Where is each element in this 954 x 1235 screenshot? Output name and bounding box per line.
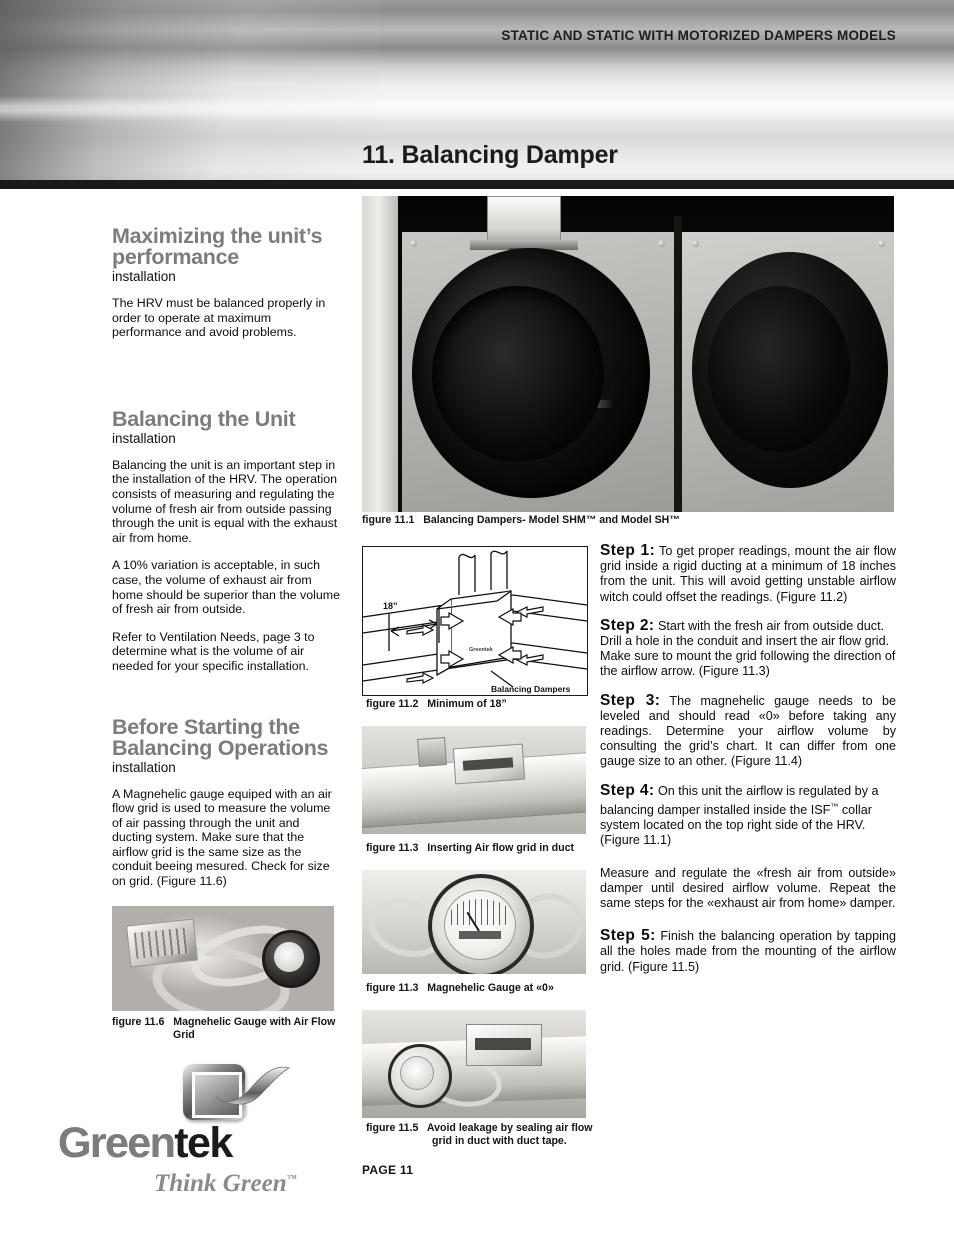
figure-11-6-caption: figure 11.6 Magnehelic Gauge with Air Fl… [112, 1016, 352, 1041]
step-3-label: Step 3: [600, 691, 661, 709]
gauge-brand-label [459, 931, 501, 939]
isf-collar-static [692, 252, 888, 488]
balancing-dampers-label: Balancing Dampers [491, 684, 571, 694]
step-5-label: Step 5: [600, 927, 656, 945]
figure-11-6-image [112, 906, 334, 1011]
step-4: Step 4: On this unit the airflow is regu… [600, 781, 896, 849]
figure-caption-text: Magnehelic Gauge at «0» [427, 982, 554, 994]
page-title: 11. Balancing Damper [362, 141, 618, 169]
duct-layout-drawing: 18” Balancing Dampers Greentek [363, 550, 587, 694]
figure-11-4-image [362, 870, 586, 974]
section-paragraph: Refer to Ventilation Needs, page 3 to de… [112, 629, 315, 673]
step-2-label: Step 2: [600, 616, 655, 634]
figure-11-2-diagram: 18” Balancing Dampers Greentek [362, 546, 588, 696]
section-maximizing: Maximizing the unit’s performance instal… [112, 224, 340, 340]
figure-caption-text: Minimum of 18” [427, 698, 507, 710]
page-number: PAGE 11 [362, 1163, 414, 1177]
step-4-label: Step 4: [600, 781, 655, 799]
tagline-tm: ™ [286, 1173, 297, 1185]
step-5: Step 5: Finish the balancing operation b… [600, 928, 896, 975]
step-1-label: Step 1: [600, 542, 656, 559]
panel-screw [878, 240, 885, 247]
section-subheading: installation [112, 430, 176, 446]
figure-caption-line-2: grid in duct with duct tape. [432, 1134, 567, 1147]
figure-caption-text: Inserting Air flow grid in duct [427, 842, 574, 854]
damper-motor [487, 196, 561, 244]
section-subheading: installation [112, 759, 176, 775]
tagline-text: Think Green [154, 1170, 287, 1197]
figure-caption-line-1: Avoid leakage by sealing air flow [426, 1122, 593, 1134]
section-balancing-unit: Balancing the Unit installation Balancin… [112, 406, 340, 674]
damper-blade [550, 400, 614, 408]
figure-11-1-caption: figure 11.1 Balancing Dampers- Model SHM… [362, 514, 762, 527]
figure-11-5-image [362, 1010, 586, 1118]
airflow-grid-shape [466, 1024, 542, 1066]
greentek-logo: Greentek Think Green™ [58, 1058, 352, 1210]
section-heading: Before Starting the Balancing Operations [112, 714, 329, 760]
title-divider [0, 180, 954, 189]
figure-11-5-caption: figure 11.5 Avoid leakage by sealing air… [366, 1122, 666, 1147]
wordmark-green: Green [58, 1119, 176, 1167]
gauge-face [444, 890, 516, 960]
figure-number: figure 11.3 [366, 842, 419, 854]
wordmark-tek: tek [174, 1119, 233, 1167]
section-paragraph: The HRV must be balanced properly in ord… [112, 296, 326, 340]
figure-caption-line-2: Grid [173, 1028, 195, 1041]
figure-caption-line-1: Magnehelic Gauge with Air Flow [173, 1016, 336, 1028]
panel-screw [692, 240, 699, 247]
step-extra-paragraph: Measure and regulate the «fresh air from… [600, 865, 896, 911]
header-model-line: STATIC AND STATIC WITH MOTORIZED DAMPERS… [501, 28, 896, 43]
panel-screw [410, 240, 417, 247]
panel-seam [674, 216, 682, 512]
figure-caption-text: Balancing Dampers- Model SHM™ and Model … [423, 514, 680, 526]
gauge-tick-marks [451, 899, 509, 925]
magnehelic-gauge-shape [388, 1044, 452, 1108]
magnehelic-gauge-shape [428, 874, 534, 974]
figure-number: figure 11.3 [366, 982, 419, 994]
step-1: Step 1: To get proper readings, mount th… [600, 543, 896, 605]
section-paragraph: A 10% variation is acceptable, in such c… [112, 558, 340, 617]
figure-11-1-image [362, 196, 894, 512]
left-text-column: Maximizing the unit’s performance instal… [112, 224, 340, 902]
figure-number: figure 11.6 [112, 1016, 165, 1028]
section-before-starting: Before Starting the Balancing Operations… [112, 714, 340, 889]
section-heading: Maximizing the unit’s performance [112, 224, 323, 269]
airflow-grid-shape [125, 918, 199, 968]
airflow-grid-shape [452, 743, 526, 785]
wall-edge [362, 196, 398, 512]
figure-number: figure 11.2 [366, 698, 419, 710]
figure-11-3-image [362, 726, 586, 834]
unit-brand-label: Greentek [469, 647, 494, 653]
steps-column: Step 1: To get proper readings, mount th… [600, 543, 896, 988]
greentek-swoosh-icon [214, 1066, 290, 1105]
isf-collar-motorized [412, 248, 650, 498]
figure-number: figure 11.5 [366, 1122, 419, 1134]
section-paragraph: A Magnehelic gauge equiped with an air f… [112, 786, 332, 889]
section-heading: Balancing the Unit [112, 406, 296, 431]
duct-stub-shape [417, 737, 447, 767]
panel-screw [658, 240, 665, 247]
dimension-label: 18” [383, 601, 398, 611]
greentek-wordmark: Greentek [58, 1120, 352, 1166]
magnehelic-gauge-shape [262, 930, 320, 988]
step-2: Step 2: Start with the fresh air from ou… [600, 618, 896, 680]
greentek-tagline: Think Green™ [154, 1170, 297, 1198]
step-3: Step 3: The magnehelic gauge needs to be… [600, 691, 896, 770]
figure-number: figure 11.1 [362, 514, 415, 526]
section-paragraph: Balancing the unit is an important step … [112, 457, 338, 545]
section-subheading: installation [112, 269, 176, 284]
